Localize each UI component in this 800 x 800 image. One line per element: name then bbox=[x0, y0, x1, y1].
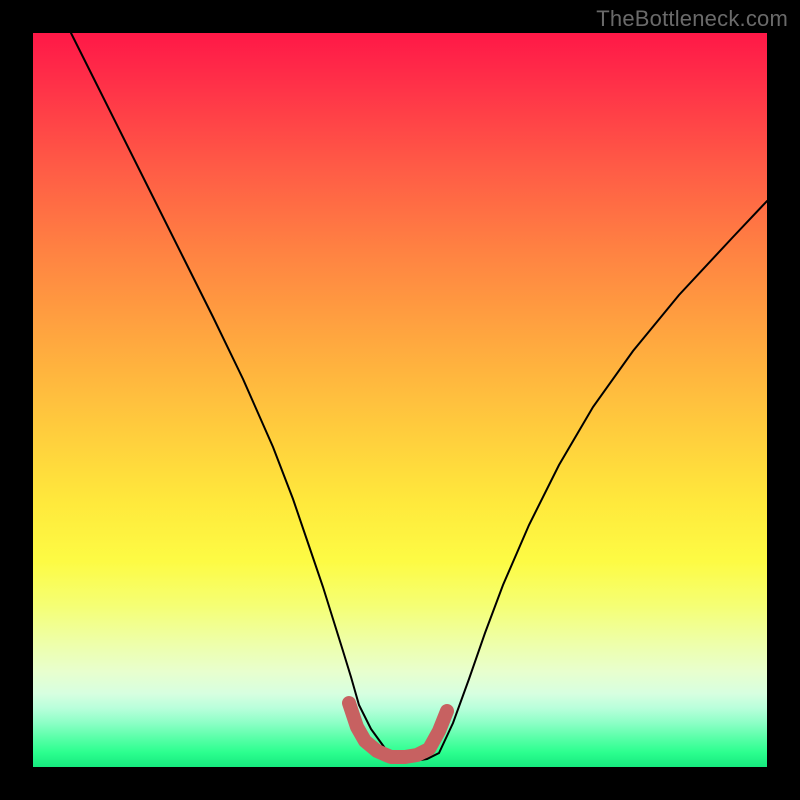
main-curve-path bbox=[71, 33, 767, 761]
ideal-zone-path bbox=[349, 703, 447, 757]
chart-stage: TheBottleneck.com bbox=[0, 0, 800, 800]
plot-area bbox=[33, 33, 767, 767]
watermark-text: TheBottleneck.com bbox=[596, 6, 788, 32]
curve-svg bbox=[33, 33, 767, 767]
